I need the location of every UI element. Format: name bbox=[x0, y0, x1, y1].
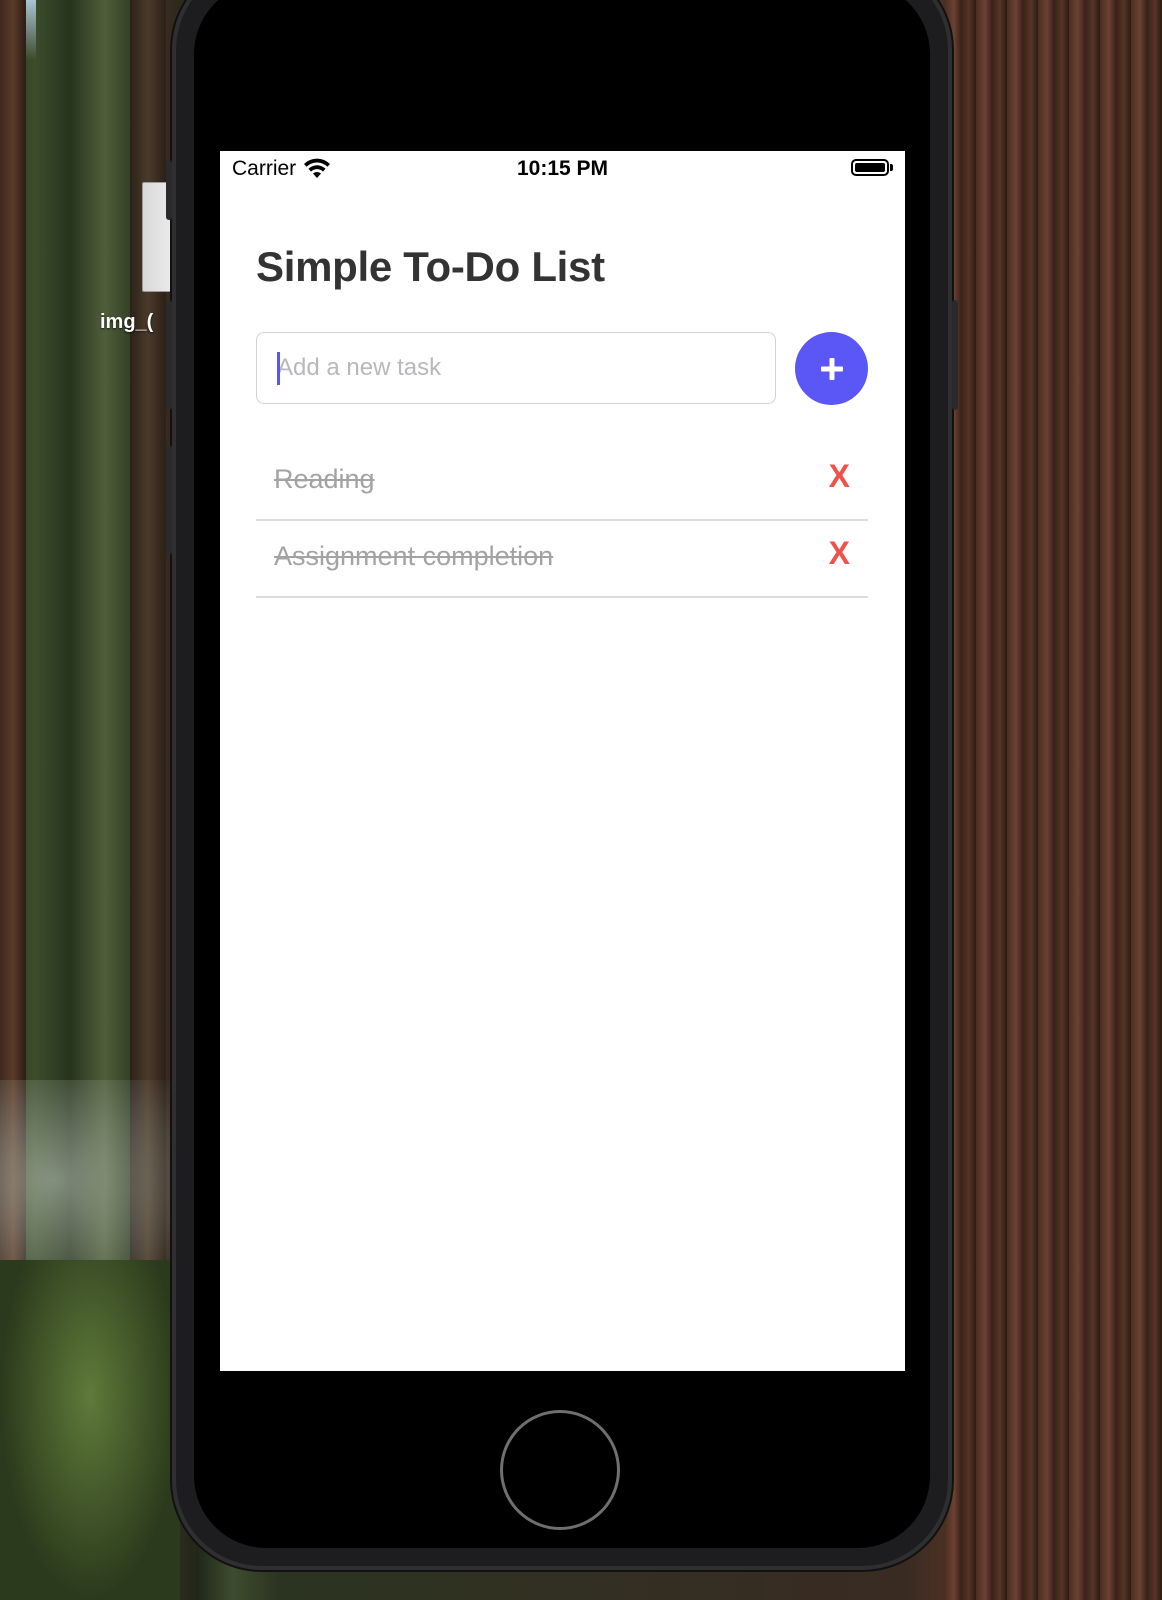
app-screen: Carrier 10:15 PM Simple To-Do List Add a… bbox=[220, 151, 905, 1371]
text-cursor bbox=[277, 352, 280, 385]
status-bar: Carrier 10:15 PM bbox=[220, 151, 905, 191]
desktop: img_( Carrier 10:15 PM Simple To-Do List bbox=[0, 0, 1162, 1600]
desktop-file-label[interactable]: img_( bbox=[100, 311, 170, 334]
task-text[interactable]: Reading bbox=[274, 464, 375, 495]
desktop-wallpaper-mist bbox=[0, 1080, 180, 1280]
delete-task-button[interactable]: X bbox=[829, 458, 850, 495]
task-list-item: Reading X bbox=[256, 444, 868, 521]
desktop-wallpaper-tree bbox=[945, 0, 1162, 1600]
delete-task-button[interactable]: X bbox=[829, 535, 850, 572]
volume-button bbox=[166, 445, 172, 555]
task-text[interactable]: Assignment completion bbox=[274, 541, 553, 572]
power-button bbox=[952, 300, 958, 410]
add-task-button[interactable] bbox=[795, 332, 868, 405]
volume-button bbox=[166, 160, 172, 220]
task-list-item: Assignment completion X bbox=[256, 521, 868, 598]
battery-icon bbox=[851, 159, 893, 176]
home-button[interactable] bbox=[500, 1410, 620, 1530]
status-time: 10:15 PM bbox=[516, 157, 609, 180]
new-task-input[interactable] bbox=[256, 332, 776, 404]
task-list: Reading X Assignment completion X bbox=[256, 444, 868, 598]
volume-button bbox=[166, 300, 172, 410]
page-title: Simple To-Do List bbox=[256, 243, 605, 290]
plus-icon bbox=[820, 357, 843, 380]
desktop-wallpaper-greenery bbox=[0, 1260, 180, 1600]
